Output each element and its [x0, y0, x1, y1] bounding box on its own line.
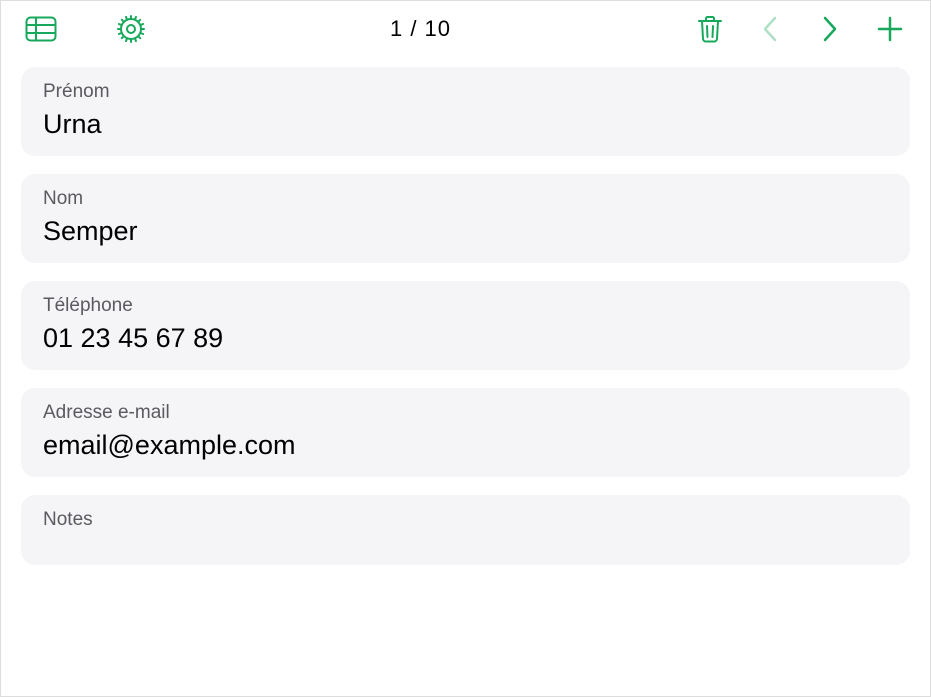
- field-value: Semper: [43, 216, 888, 247]
- field-value: email@example.com: [43, 430, 888, 461]
- field-notes[interactable]: Notes: [21, 495, 910, 565]
- toolbar-left-group: [11, 7, 161, 51]
- field-label: Adresse e-mail: [43, 402, 888, 424]
- settings-button[interactable]: [101, 7, 161, 51]
- field-value: Urna: [43, 109, 888, 140]
- field-email[interactable]: Adresse e-mail email@example.com: [21, 388, 910, 477]
- field-telephone[interactable]: Téléphone 01 23 45 67 89: [21, 281, 910, 370]
- next-record-button[interactable]: [800, 7, 860, 51]
- add-record-button[interactable]: [860, 7, 920, 51]
- previous-record-button: [740, 7, 800, 51]
- field-prenom[interactable]: Prénom Urna: [21, 67, 910, 156]
- field-label: Nom: [43, 188, 888, 210]
- field-label: Notes: [43, 509, 888, 531]
- page-indicator: 1 / 10: [161, 16, 680, 42]
- field-nom[interactable]: Nom Semper: [21, 174, 910, 263]
- field-label: Prénom: [43, 81, 888, 103]
- table-view-button[interactable]: [11, 7, 71, 51]
- form-fields: Prénom Urna Nom Semper Téléphone 01 23 4…: [1, 57, 930, 565]
- field-label: Téléphone: [43, 295, 888, 317]
- toolbar-right-group: [680, 7, 920, 51]
- delete-button[interactable]: [680, 7, 740, 51]
- field-value: 01 23 45 67 89: [43, 323, 888, 354]
- toolbar: 1 / 10: [1, 1, 930, 57]
